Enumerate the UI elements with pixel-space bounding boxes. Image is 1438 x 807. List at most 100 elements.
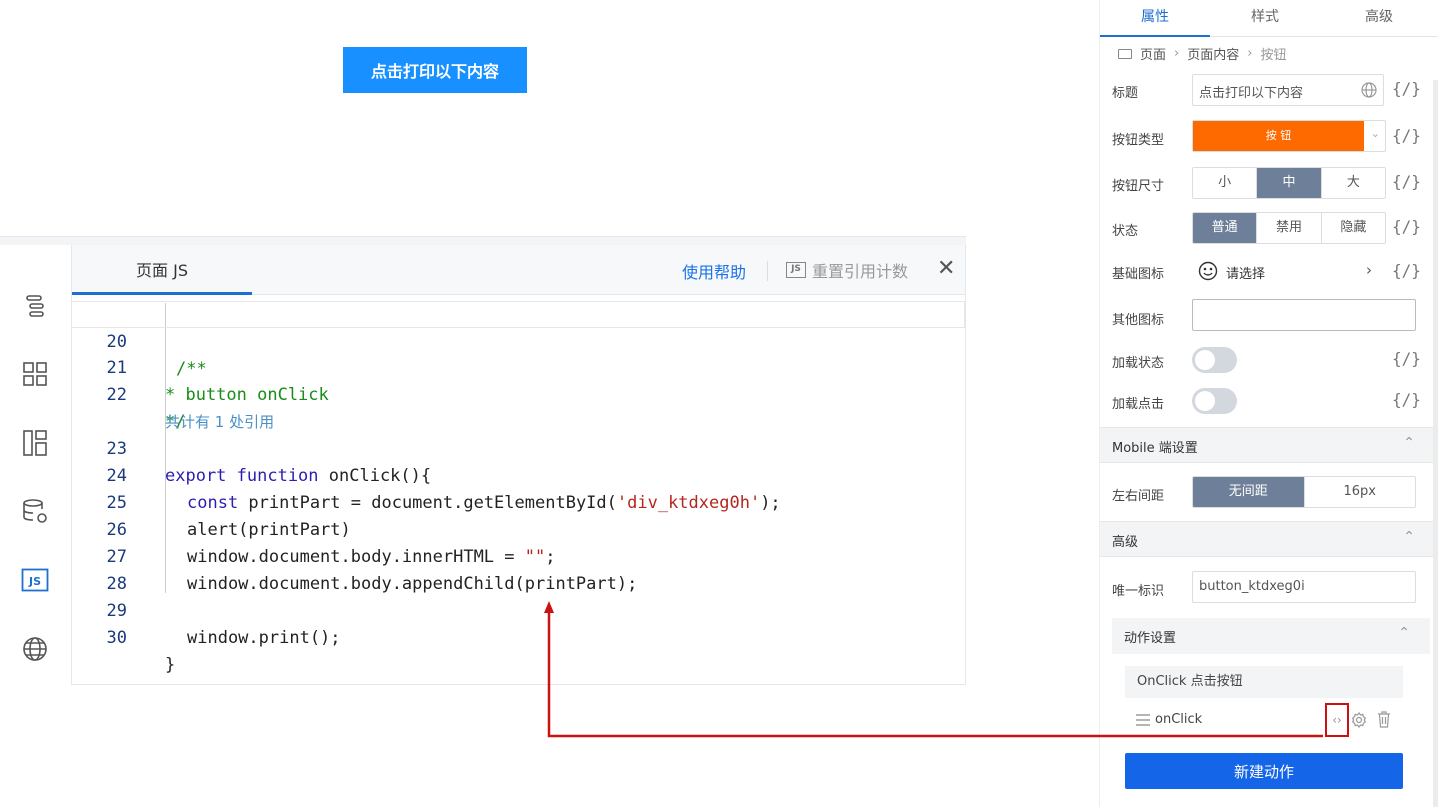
other-icon-input[interactable] (1192, 299, 1416, 331)
size-large[interactable]: 大 (1322, 168, 1385, 198)
close-icon[interactable]: ✕ (937, 256, 955, 281)
left-toolbar: JS (0, 245, 72, 685)
header-divider (767, 261, 768, 281)
button-type-value: 按 钮 (1193, 121, 1364, 151)
button-size-segmented: 小 中 大 (1192, 167, 1386, 199)
size-medium[interactable]: 中 (1257, 168, 1322, 198)
advanced-section[interactable]: 高级 ⌃ (1100, 521, 1438, 557)
property-panel: 属性 样式 高级 页面 › 页面内容 › 按钮 标题 点击打印以下内容 {/} … (1099, 0, 1438, 807)
chevron-down-icon: ⌄ (1370, 127, 1380, 140)
code-line: 20 /** (72, 301, 965, 379)
chevron-up-icon: ⌃ (1403, 529, 1415, 545)
bind-variable-icon[interactable]: {/} (1392, 349, 1421, 368)
smile-icon (1198, 261, 1218, 281)
breadcrumb-page[interactable]: 页面 (1140, 44, 1166, 63)
button-type-label: 按钮类型 (1112, 133, 1165, 148)
margin-none[interactable]: 无间距 (1193, 477, 1305, 507)
code-line: 23 export function onClick(){ (106, 439, 432, 486)
js-icon-text: JS (28, 575, 41, 588)
button-size-label: 按钮尺寸 (1112, 179, 1165, 194)
js-editor-header: 页面 JS 使用帮助 JS 重置引用计数 ✕ (72, 245, 965, 295)
chevron-right-icon: › (1366, 261, 1372, 279)
help-link[interactable]: 使用帮助 (682, 259, 746, 283)
datasource-icon[interactable] (18, 495, 52, 529)
code-icon[interactable]: ‹› (1325, 703, 1349, 737)
tab-properties[interactable]: 属性 (1100, 0, 1210, 37)
components-icon[interactable] (18, 357, 52, 391)
loading-click-toggle[interactable] (1192, 388, 1237, 414)
base-icon-value: 请选择 (1226, 267, 1266, 282)
reset-ref-count-button[interactable]: JS 重置引用计数 (786, 258, 908, 282)
size-small[interactable]: 小 (1193, 168, 1258, 198)
tab-page-js[interactable]: 页面 JS (72, 245, 252, 295)
state-normal[interactable]: 普通 (1193, 213, 1258, 243)
onclick-event-header: OnClick 点击按钮 (1125, 666, 1403, 698)
base-icon-label: 基础图标 (1112, 267, 1165, 282)
margin-segmented: 无间距 16px (1192, 476, 1416, 508)
page-icon (1118, 48, 1132, 59)
scrollbar[interactable] (1433, 80, 1438, 807)
code-editor[interactable]: 20 /** 21 * button onClick 22 */ 共计有 1 处… (72, 295, 965, 685)
layout-icon[interactable] (18, 426, 52, 460)
state-label: 状态 (1112, 224, 1139, 239)
js-icon[interactable]: JS (18, 563, 52, 597)
js-editor-panel: JS 页面 JS 使用帮助 JS 重置引用计数 ✕ 20 /** 21 * bu… (0, 236, 966, 685)
drag-handle-icon[interactable] (1135, 714, 1151, 726)
uid-input[interactable]: button_ktdxeg0i (1192, 571, 1416, 603)
globe-icon[interactable] (18, 632, 52, 666)
other-icon-label: 其他图标 (1112, 313, 1165, 328)
reset-ref-count-label: 重置引用计数 (812, 262, 909, 281)
chevron-right-icon: › (1174, 46, 1180, 61)
breadcrumb: 页面 › 页面内容 › 按钮 (1118, 44, 1286, 63)
action-settings-title: 动作设置 (1124, 631, 1177, 646)
trash-icon[interactable] (1377, 711, 1391, 728)
bind-variable-icon[interactable]: {/} (1392, 126, 1421, 145)
uid-value: button_ktdxeg0i (1199, 579, 1305, 594)
button-type-select[interactable]: 按 钮 ⌄ (1192, 120, 1386, 152)
code-lens[interactable]: 共计有 1 处引用 (72, 382, 965, 431)
chevron-up-icon: ⌃ (1398, 625, 1410, 641)
bind-variable-icon[interactable]: {/} (1392, 217, 1421, 236)
action-settings-section[interactable]: 动作设置 ⌃ (1112, 618, 1430, 654)
breadcrumb-page-content[interactable]: 页面内容 (1187, 44, 1239, 63)
advanced-title: 高级 (1112, 535, 1139, 550)
title-value: 点击打印以下内容 (1199, 86, 1304, 101)
bind-variable-icon[interactable]: {/} (1392, 390, 1421, 409)
state-hidden[interactable]: 隐藏 (1322, 213, 1385, 243)
new-action-button[interactable]: 新建动作 (1125, 753, 1403, 789)
margin-16px[interactable]: 16px (1305, 477, 1416, 507)
code-line: 22 */ (106, 385, 186, 432)
bind-variable-icon[interactable]: {/} (1392, 79, 1421, 98)
bind-variable-icon[interactable]: {/} (1392, 172, 1421, 191)
action-name: onClick (1155, 712, 1203, 727)
loading-state-toggle[interactable] (1192, 347, 1237, 373)
title-input[interactable]: 点击打印以下内容 (1192, 74, 1384, 106)
code-line: 24 const printPart = document.getElement… (106, 466, 781, 513)
mobile-settings-section[interactable]: Mobile 端设置 ⌃ (1100, 427, 1438, 463)
loading-click-label: 加载点击 (1112, 397, 1165, 412)
js-file-icon: JS (786, 262, 806, 278)
bind-variable-icon[interactable]: {/} (1392, 261, 1421, 280)
tab-style[interactable]: 样式 (1210, 0, 1320, 37)
mobile-settings-title: Mobile 端设置 (1112, 441, 1198, 456)
state-disabled[interactable]: 禁用 (1257, 213, 1322, 243)
tab-advanced[interactable]: 高级 (1324, 0, 1434, 37)
code-line: 28 (106, 574, 127, 594)
action-row-onclick[interactable]: onClick ‹› (1125, 703, 1403, 737)
property-tabs: 属性 样式 高级 (1100, 0, 1438, 37)
code-line: 25 alert(printPart) (106, 493, 351, 540)
code-line: 30 } (106, 628, 176, 675)
gear-icon[interactable] (1351, 712, 1367, 728)
title-label: 标题 (1112, 86, 1139, 101)
panel-top-strip (0, 237, 966, 245)
base-icon-picker[interactable]: 请选择 › (1198, 261, 1378, 283)
state-segmented: 普通 禁用 隐藏 (1192, 212, 1386, 244)
print-content-button[interactable]: 点击打印以下内容 (343, 47, 527, 93)
uid-label: 唯一标识 (1112, 584, 1165, 599)
loading-state-label: 加载状态 (1112, 356, 1165, 371)
chevron-up-icon: ⌃ (1403, 435, 1415, 451)
code-line: 21 * button onClick (106, 358, 329, 405)
outline-icon[interactable] (18, 289, 52, 323)
code-line: 26 window.document.body.innerHTML = ""; (106, 520, 556, 567)
globe-icon[interactable] (1361, 82, 1377, 98)
